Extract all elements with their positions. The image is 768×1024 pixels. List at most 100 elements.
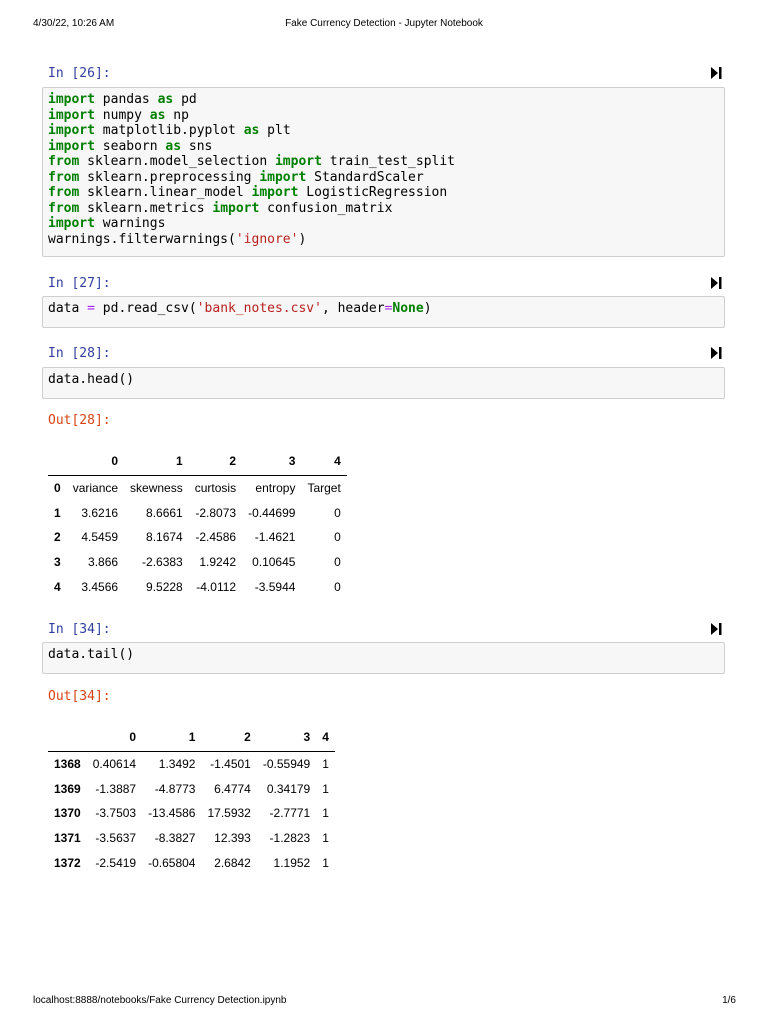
row-index: 1368 [54, 757, 81, 772]
table-cell: 12.393 [214, 831, 251, 846]
table-cell: -1.4621 [254, 530, 296, 545]
table-row: 1368 0.40614 1.3492 -1.4501 -0.55949 1 [48, 752, 335, 777]
code-token: seaborn [94, 138, 166, 154]
code-token: import [212, 200, 260, 216]
row-index: 1370 [54, 806, 81, 821]
step-forward-icon[interactable] [710, 277, 722, 289]
row-index: 2 [54, 530, 61, 545]
code-token: as [243, 123, 260, 138]
code-token: sklearn.linear_model [79, 185, 252, 200]
code-token: None [392, 301, 424, 316]
code-token: import [48, 92, 95, 107]
table-row: 0 variance skewness curtosis entropy Target [48, 476, 347, 501]
output-28-prompt: Out[28]: [48, 413, 111, 428]
code-token: ) [298, 231, 307, 247]
code-cell-3[interactable]: data.head() [42, 367, 725, 399]
table-cell: -4.8773 [154, 781, 196, 796]
code-cell-4[interactable]: data.tail() [42, 642, 725, 674]
code-token: sklearn.model_selection [79, 154, 275, 169]
code-token: import [48, 138, 95, 154]
table-cell: 8.1674 [146, 530, 183, 545]
code-token: import [274, 154, 322, 169]
table-cell: 1 [322, 806, 329, 821]
table-cell: 0 [334, 505, 341, 520]
code-token: StandardScaler [306, 169, 424, 185]
code-token: confusion_matrix [259, 200, 393, 216]
step-forward-icon[interactable] [710, 67, 722, 79]
code-token: = [87, 301, 95, 316]
code-token: import [48, 107, 95, 123]
table-header-row: 01234 [48, 447, 347, 476]
table-cell: -8.3827 [154, 831, 196, 846]
code-token: data [48, 301, 88, 316]
table-cell: -3.5637 [95, 831, 137, 846]
code-token: sns [181, 138, 213, 154]
table-cell: 0.34179 [266, 781, 311, 796]
table-cell: -2.4586 [195, 530, 237, 545]
code-cell-2[interactable]: data = pd.read_csv('bank_notes.csv', hea… [42, 296, 725, 328]
table-cell: 6.4774 [214, 781, 251, 796]
table-cell: 0 [334, 555, 341, 570]
code-token: train_test_split [321, 154, 456, 169]
column-header: 3 [256, 723, 317, 752]
table-cell: 1 [322, 855, 329, 870]
step-forward-icon[interactable] [710, 623, 722, 635]
table-cell: 1.9242 [199, 555, 237, 570]
code-token: matplotlib.pyplot [94, 123, 244, 138]
table-cell: -2.6383 [142, 555, 183, 570]
print-title: Fake Currency Detection - Jupyter Notebo… [285, 18, 483, 29]
table-cell: -0.65804 [148, 855, 196, 870]
table-cell: 8.6661 [146, 505, 183, 520]
table-row: 1 3.6216 8.6661 -2.8073 -0.44699 0 [48, 501, 347, 526]
table-row: 1372 -2.5419 -0.65804 2.6842 1.1952 1 [48, 850, 335, 875]
row-index: 1372 [54, 855, 81, 870]
code-token: pd.read_csv( [94, 301, 197, 316]
code-token: LogisticRegression [298, 185, 448, 200]
table-row: 3 3.866 -2.6383 1.9242 0.10645 0 [48, 550, 347, 575]
column-header: 4 [301, 447, 347, 476]
cell-3-prompt: In [28]: [48, 346, 111, 361]
code-token: numpy [94, 107, 150, 123]
column-header: 1 [142, 723, 202, 752]
cell-2-prompt: In [27]: [48, 276, 111, 291]
table-row: 1369 -1.3887 -4.8773 6.4774 0.34179 1 [48, 777, 335, 802]
table-cell: -0.44699 [248, 505, 296, 520]
table-cell: 1.1952 [273, 855, 311, 870]
dataframe-head: 0 1 2 3 4 0 variance skewness curtosis entropy Tar… [48, 447, 347, 599]
code-token: as [149, 107, 166, 123]
code-token: sklearn.metrics [79, 200, 213, 216]
column-header: 4 [316, 723, 335, 752]
code-token: data.tail() [48, 647, 135, 662]
step-forward-icon[interactable] [710, 347, 722, 359]
code-token: import [48, 123, 95, 138]
column-header: 3 [242, 447, 302, 476]
table-cell: -0.55949 [262, 757, 311, 772]
column-header [48, 447, 67, 476]
row-index: 1369 [54, 781, 81, 796]
table-cell: -13.4586 [148, 806, 196, 821]
code-token: warnings.filterwarnings( [48, 231, 236, 247]
table-cell: -3.5944 [254, 579, 296, 594]
table-cell: 3.4566 [81, 579, 119, 594]
table-cell: -3.7503 [95, 806, 137, 821]
code-token: plt [259, 123, 291, 138]
column-header: 1 [124, 447, 189, 476]
code-cell-1[interactable]: import pandas as pd import numpy as np i… [42, 87, 725, 257]
code-token: pandas [94, 92, 158, 107]
column-header: 2 [201, 723, 257, 752]
table-cell: -2.8073 [195, 505, 237, 520]
table-cell: -1.4501 [210, 757, 251, 772]
row-index: 1 [54, 505, 61, 520]
table-cell: 0 [334, 530, 341, 545]
code-token: ) [423, 301, 432, 316]
table-cell: 0 [334, 579, 341, 594]
code-token: , header [321, 301, 385, 316]
code-token: from [48, 169, 80, 185]
output-34-prompt: Out[34]: [48, 689, 111, 704]
table-cell: 1.3492 [158, 757, 196, 772]
code-token: warnings [94, 216, 166, 231]
code-token: import [48, 216, 95, 231]
table-cell: -4.0112 [196, 579, 237, 594]
code-token: np [165, 107, 189, 123]
table-cell: 0.10645 [252, 555, 296, 570]
